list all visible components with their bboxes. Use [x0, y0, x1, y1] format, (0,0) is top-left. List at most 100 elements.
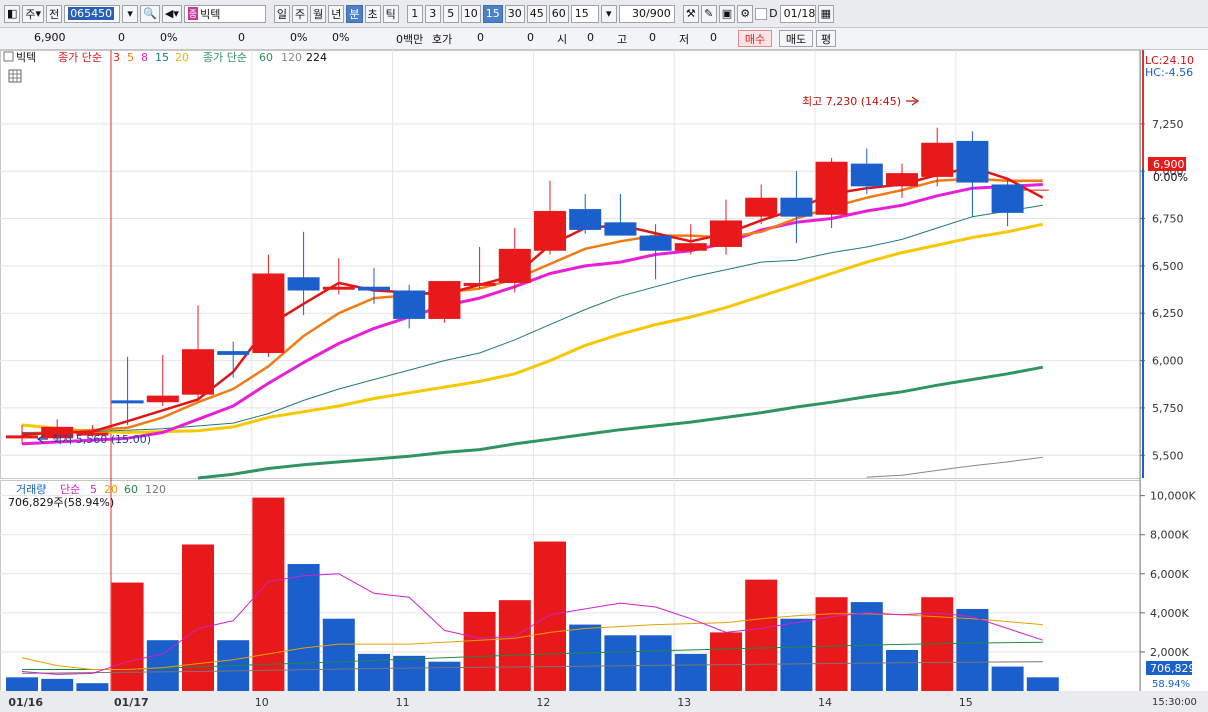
drawing-icon[interactable]: ✎ [700, 4, 717, 23]
quote-hoga-label: 호가 [432, 33, 453, 46]
candle-body [322, 286, 355, 290]
candle-body [428, 281, 461, 319]
candle-body [991, 184, 1024, 213]
volume-bar [780, 618, 813, 691]
indicator-icon[interactable]: ⚒ [682, 4, 699, 23]
interval-input[interactable]: 15 [570, 4, 599, 23]
volume-legend-ma: 단순 [60, 483, 80, 496]
minute-30[interactable]: 30 [504, 4, 525, 23]
candle-body [6, 435, 38, 439]
stock-badge: 종 [187, 7, 199, 20]
candle-body [217, 351, 250, 355]
min-annotation: 최저 5,560 (15:00) [52, 433, 151, 446]
volume-tick-label: 2,000K [1150, 646, 1189, 659]
x-tick-label: 01/17 [114, 696, 149, 709]
volume-bar [1026, 677, 1059, 691]
volume-tick-label: 6,000K [1150, 568, 1189, 581]
save-icon[interactable]: ▣ [718, 4, 736, 23]
table-icon[interactable] [8, 69, 22, 83]
volume-bar [287, 564, 320, 691]
mode-select-2[interactable]: 전 [46, 4, 63, 23]
chart-area[interactable]: 7,2507,0006,7506,5006,2506,0005,7505,500… [0, 50, 1208, 712]
price-legend-ma2: 종가 단순 [203, 51, 247, 64]
candle-body [534, 210, 566, 251]
quote-low-label: 저 [679, 33, 690, 46]
candle-body [639, 235, 672, 251]
code-dropdown[interactable]: ▾ [122, 4, 139, 23]
volume-tick-label: 10,000K [1150, 490, 1196, 503]
max-annotation: 최고 7,230 (14:45) [802, 95, 901, 108]
legend-ma20: 20 [175, 51, 189, 64]
mode-select-1[interactable]: 주 ▾ [22, 4, 45, 23]
x-tick-label: 13 [677, 696, 691, 709]
code-input[interactable]: 065450 [64, 4, 121, 23]
candle-body [358, 286, 390, 291]
date-input[interactable]: 01/18 [779, 4, 816, 23]
minute-15[interactable]: 15 [482, 4, 503, 23]
code-value: 065450 [68, 7, 115, 20]
quote-hoga-v2: 0 [527, 31, 534, 44]
volume-bar [815, 597, 848, 691]
period-week[interactable]: 주 [292, 4, 309, 23]
volume-tick-label: 4,000K [1150, 607, 1189, 620]
date-value: 01/18 [783, 7, 816, 20]
current-pct-label: 0.00% [1153, 171, 1188, 184]
count-field[interactable]: 30/900 [618, 4, 675, 23]
count-value: 30/900 [632, 7, 671, 20]
mode1-label: 주 [25, 7, 36, 21]
legend-toggle-icon[interactable] [3, 51, 14, 62]
price-tick-label: 6,500 [1152, 260, 1184, 273]
calendar-icon[interactable]: ▦ [817, 4, 835, 23]
candle-body [886, 173, 918, 187]
chart-icon[interactable]: ◧ [4, 4, 21, 23]
sell-button[interactable]: 매도 [779, 30, 813, 47]
price-tick-label: 6,250 [1152, 307, 1184, 320]
minute-45[interactable]: 45 [526, 4, 547, 23]
period-minute[interactable]: 분 [346, 4, 363, 23]
volume-bar [850, 602, 883, 691]
price-tick-label: 7,250 [1152, 118, 1184, 131]
volume-bar [463, 611, 496, 691]
candle-body [287, 277, 320, 291]
gear-icon[interactable]: ⚙ [737, 4, 754, 23]
interval-dropdown[interactable]: ▾ [600, 4, 617, 23]
x-axis-band [0, 691, 1208, 712]
volume-bar [6, 677, 38, 691]
d-label: D [769, 7, 778, 20]
quote-high: 0 [649, 31, 656, 44]
d-checkbox[interactable] [755, 7, 768, 20]
toolbar: ◧ 주 ▾ 전 065450 ▾ 🔍 ◀▾ 종 빅텍 일 주 월 년 분 초 틱 … [0, 0, 1208, 28]
speaker-icon[interactable]: ◀▾ [161, 4, 182, 23]
volume-bar [146, 640, 179, 691]
volume-bar [710, 632, 742, 691]
minute-60[interactable]: 60 [548, 4, 569, 23]
candle-body [498, 248, 531, 283]
period-tick[interactable]: 틱 [382, 4, 399, 23]
period-day[interactable]: 일 [273, 4, 290, 23]
legend-vma120: 120 [145, 483, 166, 496]
minute-5[interactable]: 5 [442, 4, 459, 23]
minute-1[interactable]: 1 [406, 4, 423, 23]
buy-button[interactable]: 매수 [738, 30, 772, 47]
eval-button[interactable]: 평 [816, 30, 836, 47]
candle-body [710, 220, 742, 247]
period-second[interactable]: 초 [364, 4, 381, 23]
minute-10[interactable]: 10 [460, 4, 481, 23]
volume-tick-label: 8,000K [1150, 529, 1189, 542]
mode2-label: 전 [49, 7, 60, 21]
search-icon[interactable]: 🔍 [140, 4, 160, 23]
legend-ma60: 60 [259, 51, 273, 64]
quote-rate: 0% [160, 31, 178, 44]
period-year[interactable]: 년 [328, 4, 345, 23]
legend-ma5: 5 [127, 51, 134, 64]
quote-v1: 0 [238, 31, 245, 44]
minute-3[interactable]: 3 [424, 4, 441, 23]
volume-bar [498, 600, 531, 691]
candle-body [182, 349, 214, 395]
quote-high-label: 고 [617, 33, 628, 46]
quote-change: 0 [118, 31, 125, 44]
volume-bar [639, 635, 672, 691]
period-month[interactable]: 월 [310, 4, 327, 23]
stock-name-field[interactable]: 종 빅텍 [183, 4, 266, 23]
price-tick-label: 5,500 [1152, 449, 1184, 462]
